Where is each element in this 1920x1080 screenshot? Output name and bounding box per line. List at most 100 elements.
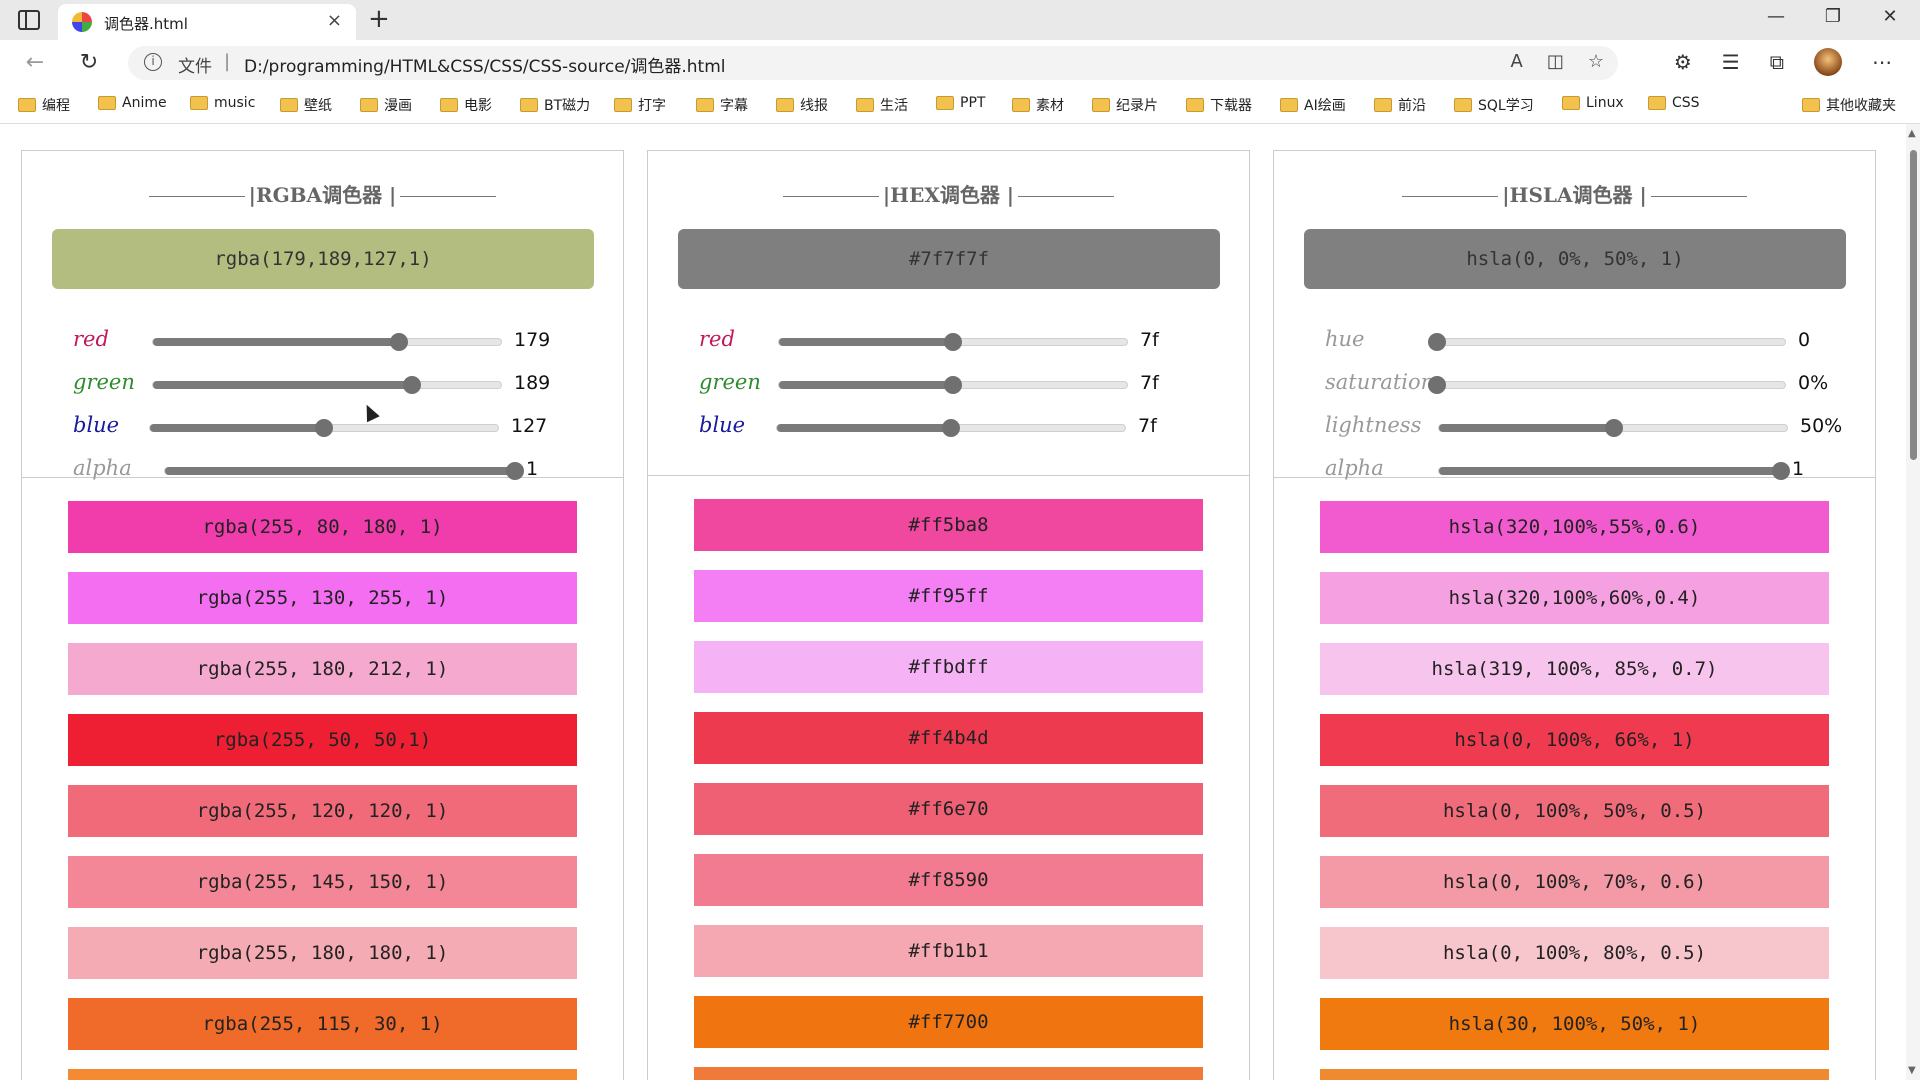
tab-active[interactable]: 调色器.html ×: [58, 4, 356, 40]
hsla-swatch[interactable]: hsla(320,100%,60%,0.4): [1320, 572, 1829, 624]
rgba-slider-row-blue: blue 127: [22, 407, 623, 447]
rgba-slider-blue[interactable]: [149, 419, 499, 437]
more-menu-icon[interactable]: ⋯: [1872, 50, 1892, 74]
rgba-slider-red[interactable]: [152, 333, 502, 351]
bookmark-folder[interactable]: Anime: [98, 95, 167, 111]
bookmark-folder[interactable]: 字幕: [696, 95, 748, 115]
hsla-swatch[interactable]: hsla(0, 100%, 80%, 0.5): [1320, 927, 1829, 979]
vertical-scrollbar[interactable]: ▲ ▼: [1906, 124, 1920, 1080]
extensions-icon[interactable]: ⚙: [1674, 50, 1692, 74]
hex-slider-red[interactable]: [778, 333, 1128, 351]
close-tab-icon[interactable]: ×: [327, 10, 342, 31]
hsla-slider-lightness[interactable]: [1438, 419, 1788, 437]
rgba-swatch[interactable]: [68, 1069, 577, 1080]
bookmark-folder[interactable]: 生活: [856, 95, 908, 115]
hex-swatch[interactable]: #ffbdff: [694, 641, 1203, 693]
bookmark-folder[interactable]: 壁纸: [280, 95, 332, 115]
slider-thumb[interactable]: [1605, 419, 1623, 437]
hex-swatch[interactable]: #ffb1b1: [694, 925, 1203, 977]
hsla-swatch[interactable]: hsla(0, 100%, 50%, 0.5): [1320, 785, 1829, 837]
hex-swatch[interactable]: #ff95ff: [694, 570, 1203, 622]
scrollbar-thumb[interactable]: [1910, 150, 1917, 460]
rgba-swatch[interactable]: rgba(255, 145, 150, 1): [68, 856, 577, 908]
new-tab-button[interactable]: +: [368, 4, 390, 34]
rgba-swatch[interactable]: rgba(255, 130, 255, 1): [68, 572, 577, 624]
rgba-swatch[interactable]: rgba(255, 80, 180, 1): [68, 501, 577, 553]
hsla-swatch[interactable]: hsla(319, 100%, 85%, 0.7): [1320, 643, 1829, 695]
slider-thumb[interactable]: [944, 376, 963, 394]
slider-thumb[interactable]: [1772, 462, 1790, 480]
slider-thumb[interactable]: [942, 419, 961, 437]
rgba-swatch[interactable]: rgba(255, 115, 30, 1): [68, 998, 577, 1050]
hex-swatch[interactable]: #ff8590: [694, 854, 1203, 906]
profile-avatar[interactable]: [1814, 48, 1842, 76]
favorites-icon[interactable]: ☰: [1722, 50, 1740, 74]
sidebar-toggle-icon[interactable]: [18, 10, 40, 30]
hsla-slider-hue[interactable]: [1428, 333, 1786, 351]
minimize-button[interactable]: —: [1756, 6, 1796, 27]
hsla-swatch[interactable]: hsla(0, 100%, 66%, 1): [1320, 714, 1829, 766]
bookmark-folder[interactable]: 下载器: [1186, 95, 1252, 115]
rgba-swatch[interactable]: rgba(255, 120, 120, 1): [68, 785, 577, 837]
rgba-swatch[interactable]: rgba(255, 180, 212, 1): [68, 643, 577, 695]
rgba-swatch[interactable]: rgba(255, 50, 50,1): [68, 714, 577, 766]
refresh-icon[interactable]: ↻: [74, 50, 104, 75]
bookmark-folder[interactable]: 纪录片: [1092, 95, 1158, 115]
hsla-swatch[interactable]: [1320, 1069, 1829, 1080]
read-aloud-icon[interactable]: A: [1511, 51, 1523, 72]
hex-slider-blue[interactable]: [776, 419, 1126, 437]
other-favorites[interactable]: 其他收藏夹: [1802, 95, 1896, 115]
bookmark-folder[interactable]: 素材: [1012, 95, 1064, 115]
bookmark-folder[interactable]: PPT: [936, 95, 985, 111]
hsla-slider-alpha[interactable]: [1438, 462, 1790, 480]
bookmark-folder[interactable]: BT磁力: [520, 95, 590, 115]
split-screen-icon[interactable]: ◫: [1547, 51, 1564, 72]
hex-swatch[interactable]: #ff6e70: [694, 783, 1203, 835]
bookmark-folder[interactable]: 电影: [440, 95, 492, 115]
info-icon[interactable]: i: [144, 53, 162, 71]
rgba-slider-green[interactable]: [152, 376, 502, 394]
hex-value-green: 7f: [1140, 372, 1159, 394]
page-content: |RGBA调色器 | rgba(179,189,127,1) red 179 gre…: [0, 124, 1920, 1080]
collections-icon[interactable]: ⧉: [1770, 50, 1784, 74]
hex-swatch[interactable]: #ff4b4d: [694, 712, 1203, 764]
hex-slider-green[interactable]: [778, 376, 1128, 394]
restore-button[interactable]: ❐: [1813, 6, 1853, 27]
bookmark-folder[interactable]: Linux: [1562, 95, 1624, 111]
slider-thumb[interactable]: [389, 333, 408, 351]
slider-thumb[interactable]: [1428, 376, 1446, 394]
bookmark-folder[interactable]: 前沿: [1374, 95, 1426, 115]
hsla-swatch[interactable]: hsla(320,100%,55%,0.6): [1320, 501, 1829, 553]
bookmark-label: Anime: [122, 95, 167, 111]
slider-thumb[interactable]: [403, 376, 422, 394]
back-arrow-icon[interactable]: ←: [20, 50, 50, 75]
rgba-swatch[interactable]: rgba(255, 180, 180, 1): [68, 927, 577, 979]
hex-swatch[interactable]: [694, 1067, 1203, 1080]
slider-thumb[interactable]: [944, 333, 963, 351]
folder-icon: [520, 98, 538, 112]
hsla-swatch[interactable]: hsla(30, 100%, 50%, 1): [1320, 998, 1829, 1050]
rgba-slider-alpha[interactable]: [164, 462, 524, 480]
slider-thumb[interactable]: [315, 419, 334, 437]
close-window-button[interactable]: ✕: [1870, 6, 1910, 27]
hex-swatch[interactable]: #ff7700: [694, 996, 1203, 1048]
hsla-swatch[interactable]: hsla(0, 100%, 70%, 0.6): [1320, 856, 1829, 908]
url-text[interactable]: D:/programming/HTML&CSS/CSS/CSS-source/调…: [244, 52, 726, 77]
bookmark-folder[interactable]: AI绘画: [1280, 95, 1346, 115]
tab-title: 调色器.html: [104, 15, 188, 33]
scroll-down-icon[interactable]: ▼: [1908, 1065, 1916, 1076]
slider-thumb[interactable]: [506, 462, 524, 480]
bookmark-folder[interactable]: 漫画: [360, 95, 412, 115]
favorite-star-icon[interactable]: ☆: [1588, 51, 1604, 72]
bookmark-folder[interactable]: CSS: [1648, 95, 1700, 111]
bookmark-folder[interactable]: 打字: [614, 95, 666, 115]
slider-thumb[interactable]: [1428, 333, 1446, 351]
scroll-up-icon[interactable]: ▲: [1908, 128, 1916, 139]
bookmark-folder[interactable]: SQL学习: [1454, 95, 1534, 115]
bookmark-folder[interactable]: 编程: [18, 95, 70, 115]
bookmark-folder[interactable]: 线报: [776, 95, 828, 115]
hsla-slider-saturation[interactable]: [1428, 376, 1786, 394]
hex-swatch[interactable]: #ff5ba8: [694, 499, 1203, 551]
bookmark-folder[interactable]: music: [190, 95, 255, 111]
url-field[interactable]: i 文件 | D:/programming/HTML&CSS/CSS/CSS-s…: [128, 46, 1618, 80]
